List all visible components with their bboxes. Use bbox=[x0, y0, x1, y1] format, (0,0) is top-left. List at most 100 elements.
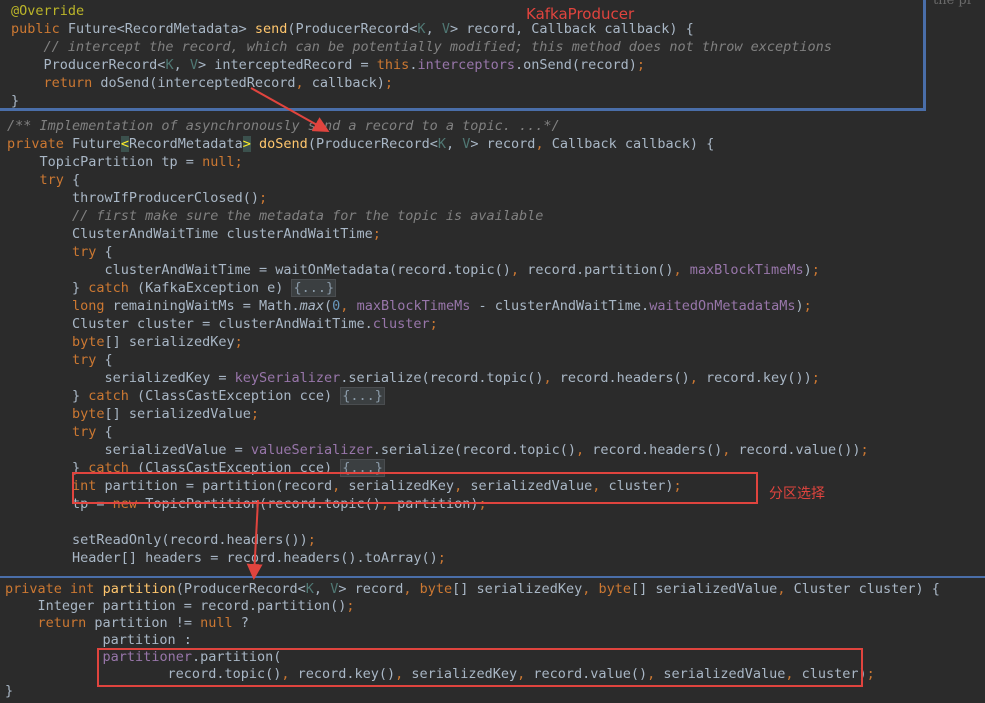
code-token: [] serializedValue bbox=[631, 581, 778, 597]
code-token: record.value() bbox=[525, 666, 648, 682]
code-token: ; bbox=[429, 316, 438, 332]
code-token: ; bbox=[811, 370, 820, 386]
code-line[interactable]: setReadOnly(record.headers()); bbox=[7, 531, 985, 549]
code-line[interactable]: /** Implementation of asynchronously sen… bbox=[7, 117, 985, 135]
code-token: serializedValue bbox=[462, 478, 593, 494]
code-token: setReadOnly(record.headers()) bbox=[7, 532, 308, 548]
code-token: K bbox=[165, 57, 174, 73]
code-token: ProducerRecord< bbox=[11, 57, 166, 73]
code-line[interactable]: try { bbox=[7, 423, 985, 441]
code-token: { bbox=[96, 352, 113, 368]
code-line[interactable]: private Future<RecordMetadata> doSend(Pr… bbox=[7, 135, 985, 153]
code-line[interactable]: try { bbox=[7, 243, 985, 261]
code-token: TopicPartition tp = bbox=[7, 154, 203, 170]
code-line[interactable]: byte[] serializedValue; bbox=[7, 405, 985, 423]
code-token: private bbox=[5, 581, 62, 597]
code-line[interactable]: record.topic(), record.key(), serialized… bbox=[5, 665, 985, 683]
code-token: private bbox=[7, 136, 64, 152]
code-token: .partition( bbox=[191, 649, 282, 665]
code-line[interactable]: Cluster cluster = clusterAndWaitTime.clu… bbox=[7, 315, 985, 333]
code-token: Future<RecordMetadata> bbox=[59, 21, 255, 37]
code-token: max bbox=[299, 298, 325, 314]
code-line[interactable]: return partition != null ? bbox=[5, 614, 985, 632]
code-line[interactable]: clusterAndWaitTime = waitOnMetadata(reco… bbox=[7, 261, 985, 279]
code-token: byte bbox=[72, 406, 105, 422]
code-line[interactable]: return doSend(interceptedRecord, callbac… bbox=[11, 74, 923, 92]
code-token: partition : bbox=[5, 632, 192, 648]
code-token: partitioner bbox=[102, 649, 192, 665]
code-line[interactable]: long remainingWaitMs = Math.max(0, maxBl… bbox=[7, 297, 985, 315]
code-line[interactable]: try { bbox=[7, 351, 985, 369]
code-token: record.headers() bbox=[584, 442, 723, 458]
code-token: record.topic() bbox=[5, 666, 282, 682]
code-token: ? bbox=[232, 615, 249, 631]
code-line[interactable]: // intercept the record, which can be po… bbox=[11, 38, 923, 56]
code-token: return bbox=[43, 75, 93, 91]
code-token: interceptors bbox=[417, 57, 515, 73]
send-method-popup[interactable]: @Override public Future<RecordMetadata> s… bbox=[0, 0, 926, 111]
code-line[interactable]: public Future<RecordMetadata> send(Produ… bbox=[11, 20, 923, 38]
code-token: [] serializedKey bbox=[452, 581, 583, 597]
code-token: K bbox=[437, 136, 446, 152]
code-token: (ProducerRecord< bbox=[307, 136, 438, 152]
code-token: < bbox=[120, 136, 129, 152]
code-token: new bbox=[112, 496, 138, 512]
code-token: long bbox=[72, 298, 105, 314]
code-line[interactable]: Header[] headers = record.headers().toAr… bbox=[7, 549, 985, 567]
code-line[interactable]: } catch (ClassCastException cce) {...} bbox=[7, 387, 985, 405]
code-line[interactable]: // first make sure the metadata for the … bbox=[7, 207, 985, 225]
code-line[interactable]: byte[] serializedKey; bbox=[7, 333, 985, 351]
code-token: , bbox=[403, 581, 412, 597]
code-token: partition = partition(record bbox=[96, 478, 333, 494]
right-edge-fragment: the pr bbox=[933, 0, 973, 8]
code-line[interactable]: int partition = partition(record, serial… bbox=[7, 477, 985, 495]
code-line[interactable]: partition : bbox=[5, 631, 985, 649]
code-token: byte bbox=[598, 581, 631, 597]
code-line[interactable]: ProducerRecord<K, V> interceptedRecord =… bbox=[11, 56, 923, 74]
code-token: ; bbox=[811, 262, 820, 278]
code-line[interactable]: } bbox=[5, 682, 985, 700]
code-token: record.partition() bbox=[519, 262, 674, 278]
code-line[interactable]: serializedValue = valueSerializer.serial… bbox=[7, 441, 985, 459]
code-token: ; bbox=[372, 226, 381, 242]
code-token: {...} bbox=[340, 387, 385, 405]
code-token: ; bbox=[636, 57, 646, 73]
code-token: serializedValue bbox=[655, 666, 786, 682]
code-line[interactable]: @Override bbox=[11, 2, 923, 20]
kafka-producer-label: KafkaProducer bbox=[526, 5, 635, 23]
code-line[interactable]: Integer partition = record.partition(); bbox=[5, 597, 985, 615]
code-line[interactable]: try { bbox=[7, 171, 985, 189]
code-line[interactable]: TopicPartition tp = null; bbox=[7, 153, 985, 171]
code-line[interactable]: throwIfProducerClosed(); bbox=[7, 189, 985, 207]
code-line[interactable]: partitioner.partition( bbox=[5, 648, 985, 666]
code-line[interactable]: private int partition(ProducerRecord<K, … bbox=[5, 580, 985, 598]
code-token: return bbox=[37, 615, 87, 631]
code-token: , bbox=[313, 581, 331, 597]
code-token: // intercept the record, which can be po… bbox=[11, 39, 832, 55]
code-token: (ClassCastException cce) bbox=[128, 460, 341, 476]
code-token: @Override bbox=[11, 3, 85, 19]
code-token: > record bbox=[338, 581, 404, 597]
code-line[interactable]: } catch (ClassCastException cce) {...} bbox=[7, 459, 985, 477]
code-line[interactable]: ClusterAndWaitTime clusterAndWaitTime; bbox=[7, 225, 985, 243]
code-token: .serialize(record.topic() bbox=[372, 442, 576, 458]
code-token: RecordMetadata bbox=[128, 136, 243, 152]
partition-method-popup[interactable]: private int partition(ProducerRecord<K, … bbox=[0, 576, 985, 703]
code-token: > record bbox=[470, 136, 536, 152]
code-token: , bbox=[673, 262, 682, 278]
code-token: ; bbox=[234, 334, 243, 350]
code-line[interactable]: tp = new TopicPartition(record.topic(), … bbox=[7, 495, 985, 513]
code-token: ) bbox=[795, 298, 804, 314]
code-line[interactable]: } bbox=[11, 92, 923, 108]
code-token: , bbox=[295, 75, 304, 91]
code-token: ; bbox=[250, 406, 259, 422]
code-line[interactable]: } catch (KafkaException e) {...} bbox=[7, 279, 985, 297]
code-token: { bbox=[96, 244, 113, 260]
code-token: Callback callback) { bbox=[543, 136, 715, 152]
code-line[interactable]: serializedKey = keySerializer.serialize(… bbox=[7, 369, 985, 387]
code-token: record.headers() bbox=[551, 370, 690, 386]
